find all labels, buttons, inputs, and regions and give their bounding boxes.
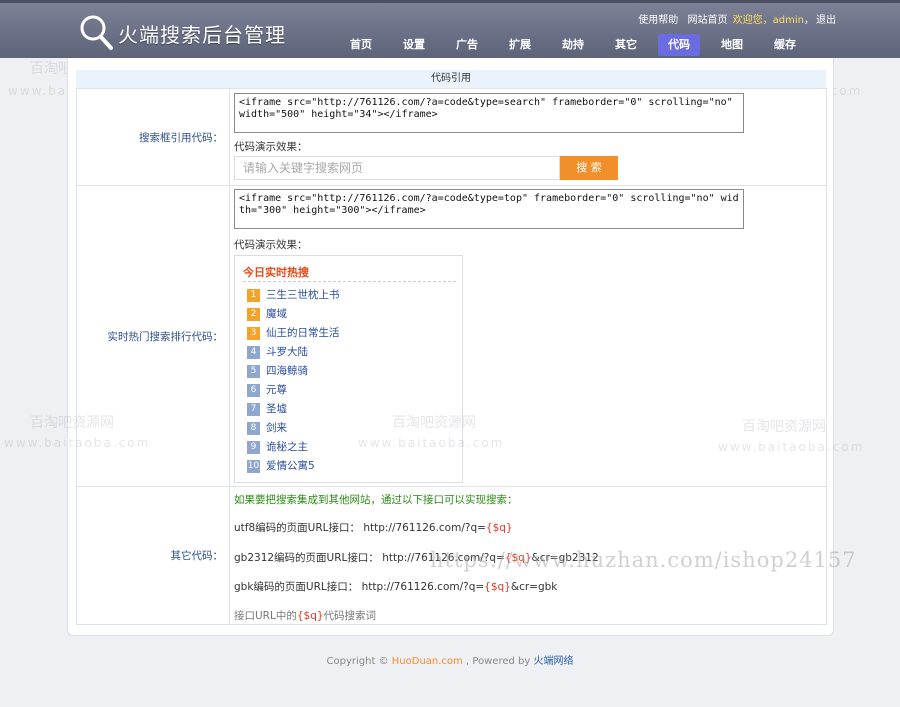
utf8-interface: utf8编码的页面URL接口： http://761126.com/?q={$q… xyxy=(234,520,513,535)
hot-demo-label: 代码演示效果： xyxy=(234,239,308,251)
rank-badge: 4 xyxy=(247,346,260,359)
search-demo-label: 代码演示效果： xyxy=(234,141,308,153)
search-icon xyxy=(80,15,113,50)
top-links: 使用帮助 网站首页 欢迎您，admin， 退出 xyxy=(632,11,836,26)
hot-item-text: 元尊 xyxy=(266,384,287,396)
hot-item[interactable]: 2 魔域 xyxy=(247,308,287,327)
hot-item[interactable]: 6 元尊 xyxy=(247,384,287,403)
rank-badge: 9 xyxy=(247,441,260,454)
footer: Copyright © HuoDuan.com , Powered by 火端网… xyxy=(0,652,900,667)
code-table: 搜索框引用代码： 代码演示效果： 请输入关键字搜索网页 搜 索 实时热门搜索排行… xyxy=(76,88,827,625)
rank-badge: 6 xyxy=(247,384,260,397)
separator: ， xyxy=(804,15,814,26)
row-other-code: 其它代码： 如果要把搜索集成到其他网站，通过以下接口可以实现搜索： utf8编码… xyxy=(77,487,826,624)
nav-extensions[interactable]: 扩展 xyxy=(499,34,541,56)
hot-item[interactable]: 9 诡秘之主 xyxy=(247,441,308,460)
query-var: {$q} xyxy=(504,552,532,564)
brand-link[interactable]: 火端网络 xyxy=(533,656,573,667)
main-nav: 首页 设置 广告 扩展 劫持 其它 代码 地图 缓存 xyxy=(340,34,817,56)
welcome-text: 欢迎您， xyxy=(732,15,773,26)
copyright-text: Copyright © xyxy=(326,656,392,667)
hot-item-text: 仙王的日常生活 xyxy=(266,327,340,339)
main-panel: 代码引用 搜索框引用代码： 代码演示效果： 请输入关键字搜索网页 搜 索 实时热… xyxy=(67,58,834,636)
help-link[interactable]: 使用帮助 xyxy=(638,15,678,26)
gb2312-url: gb2312编码的页面URL接口： http://761126.com/?q= xyxy=(234,552,505,564)
query-var: {$q} xyxy=(296,610,324,622)
query-var: {$q} xyxy=(484,581,511,593)
hot-item[interactable]: 3 仙王的日常生活 xyxy=(247,327,340,346)
hot-item[interactable]: 5 四海鲸骑 xyxy=(247,365,308,384)
rank-badge: 10 xyxy=(247,460,260,473)
demo-search-button[interactable]: 搜 索 xyxy=(560,156,618,180)
site-link[interactable]: HuoDuan.com xyxy=(392,656,463,667)
hot-item-text: 圣墟 xyxy=(266,403,287,415)
other-intro: 如果要把搜索集成到其他网站，通过以下接口可以实现搜索： xyxy=(234,494,518,506)
hot-item[interactable]: 7 圣墟 xyxy=(247,403,287,422)
note-prefix: 接口URL中的 xyxy=(234,610,297,622)
powered-text: , Powered by xyxy=(462,656,534,667)
username: admin xyxy=(772,15,804,26)
nav-other[interactable]: 其它 xyxy=(605,34,647,56)
hot-item-text: 三生三世枕上书 xyxy=(266,289,340,301)
hot-item-text: 斗罗大陆 xyxy=(266,346,308,358)
nav-cache[interactable]: 缓存 xyxy=(764,34,806,56)
hot-item-text: 四海鲸骑 xyxy=(266,365,308,377)
nav-ads[interactable]: 广告 xyxy=(446,34,488,56)
interface-note: 接口URL中的{$q}代码搜索词 xyxy=(234,608,376,623)
gbk-suffix: &cr=gbk xyxy=(510,581,558,593)
hot-code-textarea[interactable] xyxy=(234,189,744,229)
site-home-link[interactable]: 网站首页 xyxy=(687,15,727,26)
nav-home[interactable]: 首页 xyxy=(340,34,382,56)
rank-badge: 8 xyxy=(247,422,260,435)
demo-search-input[interactable]: 请输入关键字搜索网页 xyxy=(234,156,560,180)
rank-badge: 3 xyxy=(247,327,260,340)
query-var: {$q} xyxy=(485,522,513,534)
hot-search-box: 今日实时热搜 1 三生三世枕上书 2 魔域 3 仙王的日常生活 4 斗罗大陆 5 四海鲸骑… xyxy=(234,255,463,483)
row-hot-code: 实时热门搜索排行代码： 代码演示效果： 今日实时热搜 1 三生三世枕上书 2 魔域 … xyxy=(77,186,826,487)
hot-item[interactable]: 8 剑来 xyxy=(247,422,287,441)
hot-box-title: 今日实时热搜 xyxy=(243,266,309,279)
hot-item[interactable]: 1 三生三世枕上书 xyxy=(247,289,340,308)
panel-title: 代码引用 xyxy=(76,70,826,88)
divider xyxy=(243,281,456,282)
hot-item-text: 爱情公寓5 xyxy=(266,460,315,472)
row-search-code: 搜索框引用代码： 代码演示效果： 请输入关键字搜索网页 搜 索 xyxy=(77,89,826,186)
rank-badge: 7 xyxy=(247,403,260,416)
gb2312-interface: gb2312编码的页面URL接口： http://761126.com/?q={… xyxy=(234,550,599,565)
nav-code[interactable]: 代码 xyxy=(658,34,700,56)
nav-sitemap[interactable]: 地图 xyxy=(711,34,753,56)
hot-item-text: 魔域 xyxy=(266,308,287,320)
header-bar: 火端搜索后台管理 使用帮助 网站首页 欢迎您，admin， 退出 首页 设置 广告… xyxy=(0,0,900,58)
rank-badge: 5 xyxy=(247,365,260,378)
search-code-label: 搜索框引用代码： xyxy=(77,89,230,185)
gbk-interface: gbk编码的页面URL接口： http://761126.com/?q={$q}… xyxy=(234,579,557,594)
other-code-label: 其它代码： xyxy=(77,487,230,624)
logout-link[interactable]: 退出 xyxy=(816,15,836,26)
hot-item[interactable]: 4 斗罗大陆 xyxy=(247,346,308,365)
hot-item-text: 诡秘之主 xyxy=(266,441,308,453)
nav-hijack[interactable]: 劫持 xyxy=(552,34,594,56)
nav-settings[interactable]: 设置 xyxy=(393,34,435,56)
hot-item[interactable]: 10 爱情公寓5 xyxy=(247,460,315,479)
search-code-textarea[interactable] xyxy=(234,93,744,133)
hot-code-label: 实时热门搜索排行代码： xyxy=(77,186,230,486)
hot-item-text: 剑来 xyxy=(266,422,287,434)
rank-badge: 2 xyxy=(247,308,260,321)
note-suffix: 代码搜索词 xyxy=(323,610,377,622)
gbk-url: gbk编码的页面URL接口： http://761126.com/?q= xyxy=(234,581,485,593)
utf8-url: utf8编码的页面URL接口： http://761126.com/?q= xyxy=(234,522,486,534)
gb2312-suffix: &cr=gb2312 xyxy=(531,552,599,564)
rank-badge: 1 xyxy=(247,289,260,302)
app-title: 火端搜索后台管理 xyxy=(118,23,286,47)
